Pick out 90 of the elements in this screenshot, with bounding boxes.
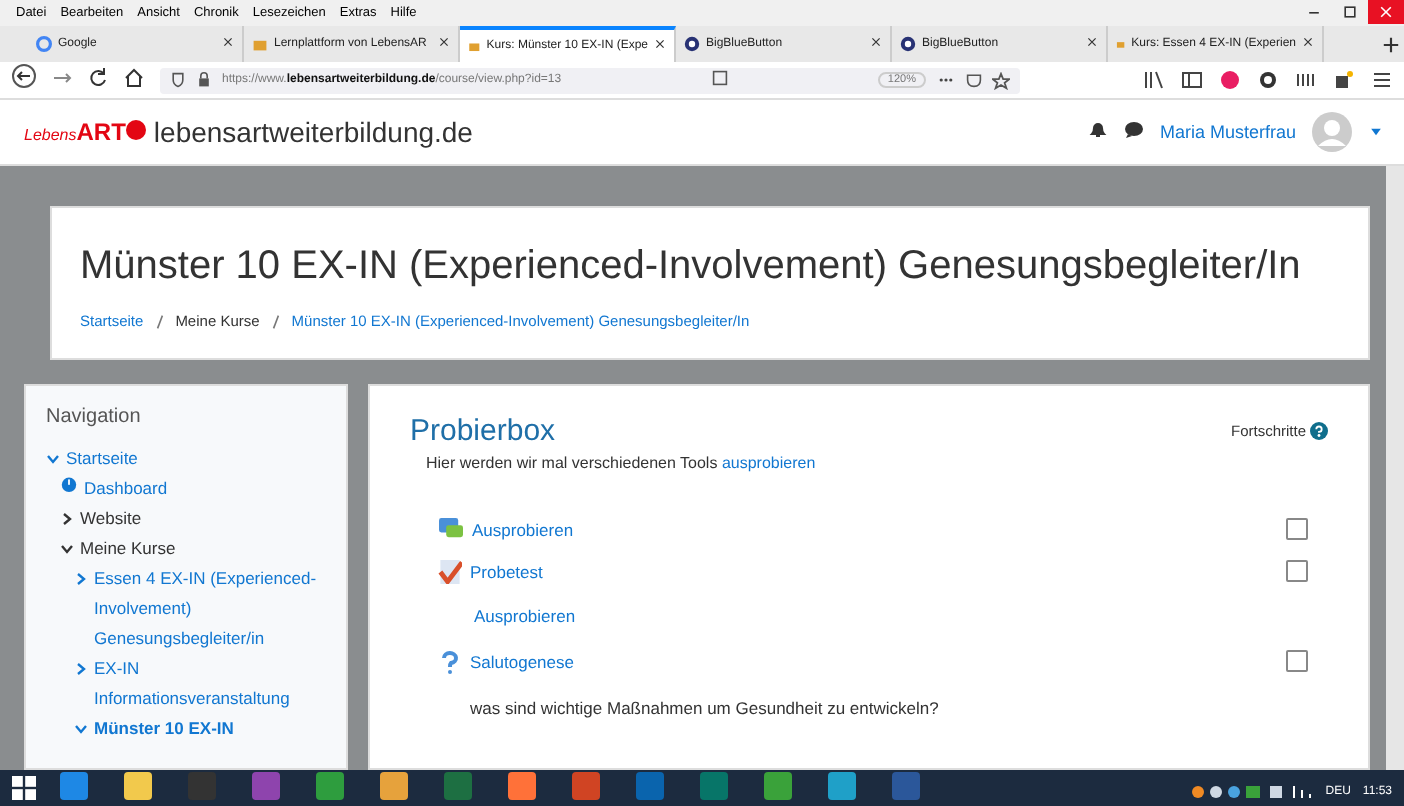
help-icon bbox=[1310, 422, 1328, 440]
app-icon bbox=[572, 772, 600, 800]
windows-logo-icon bbox=[12, 775, 36, 799]
caret-icon bbox=[1368, 124, 1384, 140]
activity-link[interactable]: Salutogenese bbox=[470, 651, 574, 671]
question-mark-icon bbox=[438, 649, 462, 673]
app-icon bbox=[700, 772, 728, 800]
right-arrow-icon bbox=[52, 68, 72, 88]
nav-item[interactable]: Dashboard bbox=[84, 474, 168, 504]
summary-link[interactable]: ausprobieren bbox=[721, 454, 816, 472]
star-icon bbox=[991, 71, 1010, 89]
close-tab-icon[interactable] bbox=[438, 36, 450, 52]
shield-icon bbox=[170, 72, 186, 88]
app-icon bbox=[892, 772, 920, 800]
bars-icon bbox=[1296, 70, 1316, 90]
app-icon bbox=[188, 772, 216, 800]
nav-item[interactable]: EX-IN Informationsveranstaltung bbox=[94, 654, 326, 714]
chevron-icon[interactable] bbox=[60, 542, 74, 556]
close-tab-icon[interactable] bbox=[222, 36, 234, 52]
nav-item[interactable]: Meine Kurse bbox=[80, 534, 176, 564]
logo[interactable]: LebensART bbox=[24, 118, 146, 146]
site-name[interactable]: lebensartweiterbildung.de bbox=[153, 116, 473, 148]
reader-view-icon bbox=[711, 70, 728, 86]
maximize-icon bbox=[1342, 4, 1358, 20]
sidebar-icon bbox=[1182, 70, 1202, 90]
nav-item[interactable]: Website bbox=[80, 504, 142, 534]
section-summary: Hier werden wir mal verschiedenen Tools ausprobieren bbox=[426, 454, 818, 472]
app-icon bbox=[636, 772, 664, 800]
slash-separator-icon bbox=[153, 313, 166, 329]
speech-bubble-icon bbox=[1123, 120, 1144, 140]
app-icon bbox=[764, 772, 792, 800]
nav-item[interactable]: Münster 10 EX-IN bbox=[94, 714, 234, 744]
panel-title: Navigation bbox=[46, 406, 143, 428]
close-tab-icon[interactable] bbox=[870, 36, 882, 52]
plus-icon bbox=[1381, 35, 1399, 53]
tray-icons-drawing bbox=[1189, 781, 1314, 801]
close-tab-icon[interactable] bbox=[1302, 36, 1314, 52]
pocket-icon bbox=[965, 72, 982, 88]
activity-link[interactable]: Ausprobieren bbox=[472, 519, 574, 539]
app-icon bbox=[508, 772, 536, 800]
nav-item[interactable]: Startseite bbox=[66, 444, 138, 474]
close-icon bbox=[222, 36, 234, 48]
google-icon bbox=[36, 36, 52, 52]
app-icon bbox=[124, 772, 152, 800]
dashboard-icon bbox=[60, 474, 78, 492]
completion-checkbox[interactable] bbox=[1286, 518, 1308, 540]
close-icon bbox=[438, 36, 450, 48]
app-icon bbox=[60, 772, 88, 800]
activity-link[interactable]: Probetest bbox=[470, 561, 543, 581]
activity-link[interactable]: Ausprobieren bbox=[474, 606, 576, 626]
app-icon bbox=[380, 772, 408, 800]
round-badge-icon bbox=[1220, 70, 1240, 90]
scrollbar[interactable] bbox=[1386, 166, 1404, 770]
bell-icon bbox=[1087, 120, 1108, 140]
activity-description: was sind wichtige Maßnahmen um Gesundheit zu entwickeln? bbox=[470, 698, 941, 718]
q-badge-icon bbox=[1258, 70, 1278, 90]
home-icon bbox=[124, 68, 144, 88]
close-icon bbox=[870, 36, 882, 48]
close-button[interactable] bbox=[1368, 0, 1404, 24]
course-title: Münster 10 EX-IN (Experienced-Involvement) Genesungsbegleiter/In bbox=[80, 242, 1301, 292]
chat-bubbles-icon bbox=[438, 517, 464, 541]
close-icon bbox=[1378, 4, 1394, 20]
app-icon bbox=[252, 772, 280, 800]
close-tab-icon[interactable] bbox=[1086, 36, 1098, 52]
chevron-icon[interactable] bbox=[60, 512, 74, 526]
app-icon bbox=[316, 772, 344, 800]
close-icon bbox=[1302, 36, 1314, 48]
ring-icon bbox=[900, 36, 916, 52]
reload-icon bbox=[88, 68, 108, 88]
close-icon bbox=[654, 38, 666, 50]
completion-checkbox[interactable] bbox=[1286, 650, 1308, 672]
close-icon bbox=[1086, 36, 1098, 48]
site-favicon-icon bbox=[1116, 36, 1126, 52]
user-name[interactable]: Maria Musterfrau bbox=[1159, 122, 1296, 142]
close-tab-icon[interactable] bbox=[654, 38, 666, 54]
menu-icon bbox=[1372, 70, 1392, 90]
avatar-icon bbox=[1312, 112, 1352, 152]
checkmark-page-icon bbox=[438, 559, 462, 583]
slash-separator-icon bbox=[269, 313, 282, 329]
nav-item[interactable]: Essen 4 EX-IN (Experienced-Involvement) Genesungsbegleiter/in bbox=[94, 564, 326, 654]
extension-icon bbox=[1334, 70, 1354, 90]
site-favicon-icon bbox=[252, 36, 268, 52]
ring-icon bbox=[684, 36, 700, 52]
completion-checkbox[interactable] bbox=[1286, 560, 1308, 582]
site-favicon-icon bbox=[468, 38, 481, 54]
library-icon bbox=[1144, 70, 1164, 90]
padlock-icon bbox=[196, 72, 212, 88]
section-title: Probierbox bbox=[410, 414, 556, 448]
app-icon bbox=[828, 772, 856, 800]
app-icon bbox=[444, 772, 472, 800]
